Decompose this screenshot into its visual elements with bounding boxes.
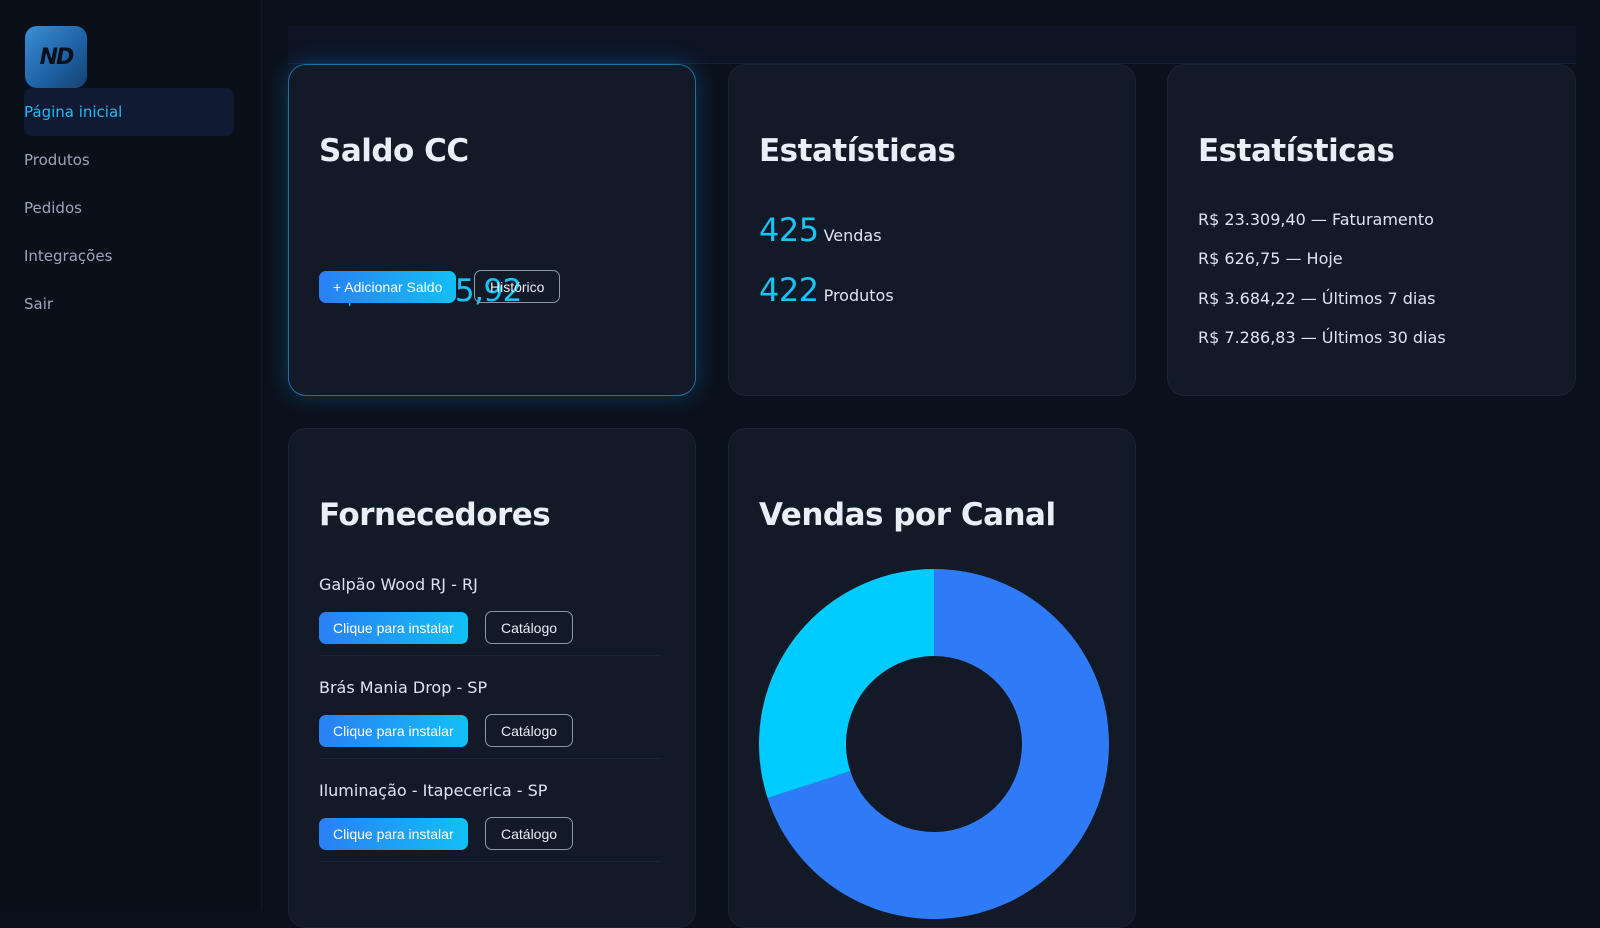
- channel-card: Vendas por Canal: [728, 428, 1136, 928]
- brand-logo[interactable]: ND: [25, 26, 87, 88]
- channel-card-title: Vendas por Canal: [759, 497, 1056, 533]
- install-button[interactable]: Clique para instalar: [319, 715, 468, 747]
- install-button[interactable]: Clique para instalar: [319, 612, 468, 644]
- supplier-name: Brás Mania Drop - SP: [319, 678, 488, 697]
- supplier-name: Iluminação - Itapecerica - SP: [319, 781, 548, 800]
- history-button[interactable]: Histórico: [474, 270, 561, 303]
- top-bar: [288, 26, 1576, 64]
- supplier-name: Galpão Wood RJ - RJ: [319, 575, 478, 594]
- catalog-button[interactable]: Catálogo: [485, 817, 574, 850]
- stats-card: Estatísticas 425 Vendas 422 Produtos: [728, 64, 1136, 396]
- revenue-total: R$ 23.309,40 — Faturamento: [1198, 210, 1434, 229]
- revenue-today: R$ 626,75 — Hoje: [1198, 249, 1343, 268]
- sidebar-item-home[interactable]: Página inicial: [24, 88, 234, 136]
- install-button[interactable]: Clique para instalar: [319, 818, 468, 850]
- revenue-card-title: Estatísticas: [1198, 133, 1395, 169]
- catalog-button[interactable]: Catálogo: [485, 714, 574, 747]
- sidebar: ND Página inicial Produtos Pedidos Integ…: [0, 0, 262, 910]
- sales-label: Vendas: [823, 226, 882, 245]
- sidebar-item-logout[interactable]: Sair: [24, 280, 234, 328]
- revenue-card: Estatísticas R$ 23.309,40 — Faturamento …: [1167, 64, 1576, 396]
- sales-channel-donut-chart: [759, 569, 1109, 919]
- revenue-30-days: R$ 7.286,83 — Últimos 30 dias: [1198, 328, 1446, 347]
- sidebar-nav: Página inicial Produtos Pedidos Integraç…: [24, 88, 234, 328]
- suppliers-card: Fornecedores Galpão Wood RJ - RJ Clique …: [288, 428, 696, 928]
- suppliers-card-title: Fornecedores: [319, 497, 551, 533]
- revenue-7-days: R$ 3.684,22 — Últimos 7 dias: [1198, 289, 1436, 308]
- sales-count: 425: [759, 211, 819, 249]
- balance-card: Saldo CC R$ 22.785,92 + Adicionar Saldo …: [288, 64, 696, 396]
- divider: [319, 861, 661, 862]
- balance-card-title: Saldo CC: [319, 133, 469, 169]
- add-balance-button[interactable]: + Adicionar Saldo: [319, 271, 457, 303]
- divider: [319, 655, 661, 656]
- sidebar-item-products[interactable]: Produtos: [24, 136, 234, 184]
- stats-card-title: Estatísticas: [759, 133, 956, 169]
- products-count: 422: [759, 271, 819, 309]
- products-label: Produtos: [823, 286, 894, 305]
- sidebar-item-orders[interactable]: Pedidos: [24, 184, 234, 232]
- sidebar-item-integrations[interactable]: Integrações: [24, 232, 234, 280]
- sales-stat: 425 Vendas: [759, 211, 882, 249]
- donut-slice-1[interactable]: [759, 569, 934, 799]
- catalog-button[interactable]: Catálogo: [485, 611, 574, 644]
- divider: [319, 758, 661, 759]
- products-stat: 422 Produtos: [759, 271, 894, 309]
